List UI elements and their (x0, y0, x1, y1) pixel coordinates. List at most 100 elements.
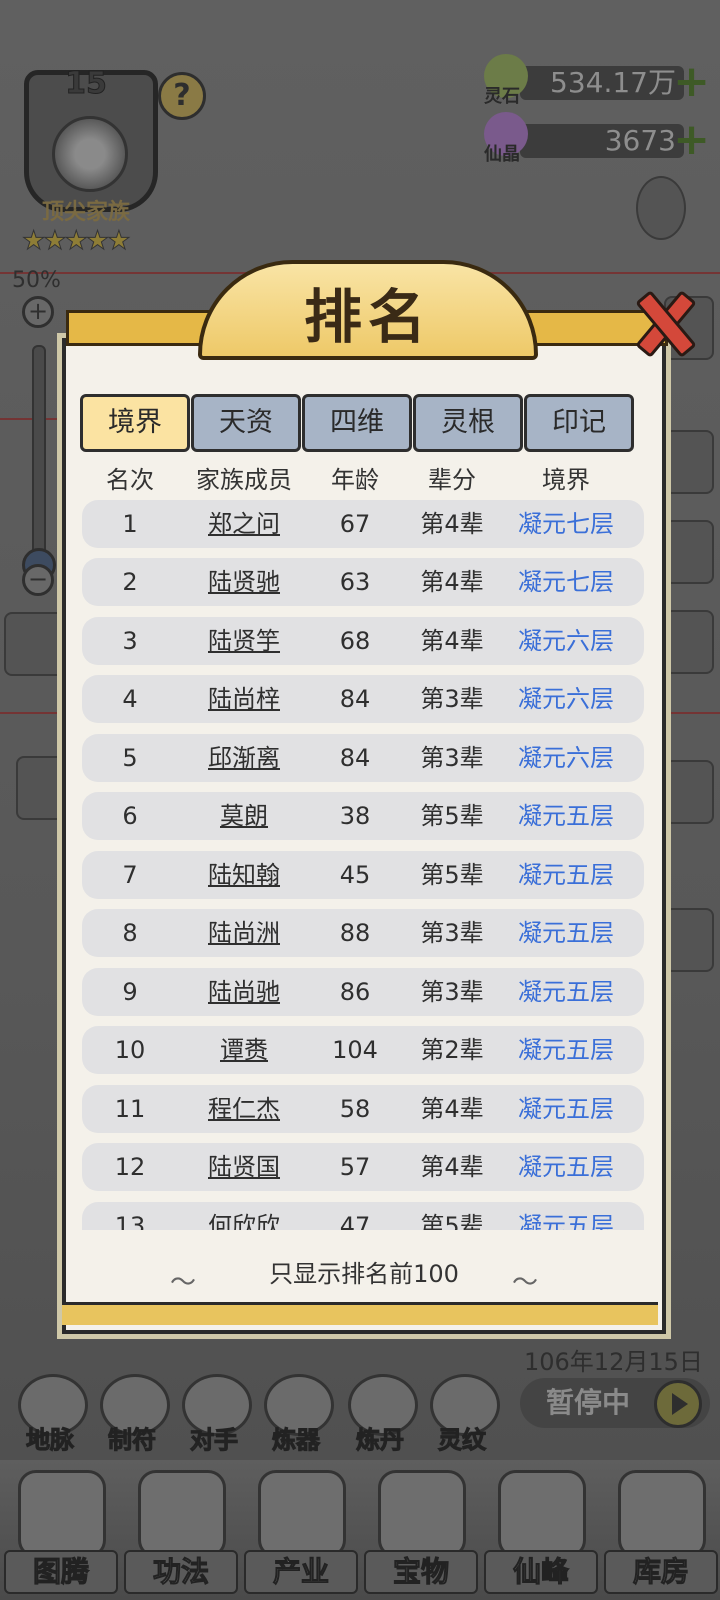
member-name[interactable]: 陆贤国 (178, 1143, 310, 1191)
member-name[interactable]: 陆贤驰 (178, 558, 310, 606)
nav-storehouse[interactable]: 库房 (604, 1470, 718, 1594)
realm: 凝元五层 (518, 978, 614, 1006)
generation: 第3辈 (420, 685, 484, 713)
realm: 凝元五层 (518, 861, 614, 889)
func-label: 灵纹 (438, 1426, 487, 1455)
nav-totem[interactable]: 图腾 (4, 1470, 118, 1594)
footer-note: 只显示排名前100 (269, 1260, 459, 1288)
func-button-spirit-pattern[interactable]: 灵纹 (422, 1374, 502, 1460)
generation: 第3辈 (420, 919, 484, 947)
age: 88 (339, 919, 371, 947)
table-row: 10 谭赉 104 第2辈 凝元五层 (82, 1026, 644, 1074)
tab-four-stats[interactable]: 四维 (302, 394, 412, 452)
tab-aptitude[interactable]: 天资 (191, 394, 301, 452)
generation: 第3辈 (420, 978, 484, 1006)
member-name[interactable]: 莫朗 (178, 792, 310, 840)
close-icon[interactable] (630, 290, 692, 352)
nav-label: 宝物 (364, 1550, 478, 1594)
age: 84 (339, 744, 371, 772)
side-avatar (4, 612, 66, 676)
ranking-dialog: 排名 境界 天资 四维 灵根 印记 名次 家族成员 年龄 辈分 境界 1 郑之问… (62, 260, 668, 1334)
pause-label: 暂停中 (546, 1386, 631, 1419)
table-row: 6 莫朗 38 第5辈 凝元五层 (82, 792, 644, 840)
func-button-alchemy[interactable]: 炼丹 (340, 1374, 420, 1460)
member-name[interactable]: 陆尚洲 (178, 909, 310, 957)
nav-skills[interactable]: 功法 (124, 1470, 238, 1594)
side-avatar (664, 908, 714, 972)
zoom-out-button[interactable]: − (22, 564, 54, 596)
game-date: 106年12月15日 (524, 1348, 703, 1376)
table-row: 1 郑之问 67 第4辈 凝元七层 (82, 500, 644, 548)
age: 63 (339, 568, 371, 596)
nav-industry[interactable]: 产业 (244, 1470, 358, 1594)
generation: 第2辈 (420, 1036, 484, 1064)
func-button-rival[interactable]: 对手 (174, 1374, 254, 1460)
nav-label: 图腾 (4, 1550, 118, 1594)
industry-icon (258, 1470, 346, 1558)
table-row: 4 陆尚梓 84 第3辈 凝元六层 (82, 675, 644, 723)
member-name[interactable]: 陆尚驰 (178, 968, 310, 1016)
add-immortal-crystal-button[interactable]: + (673, 118, 710, 162)
member-name[interactable]: 郑之问 (178, 500, 310, 548)
generation: 第5辈 (420, 802, 484, 830)
realm: 凝元五层 (518, 802, 614, 830)
currency-value: 534.17万 (550, 66, 676, 99)
member-name[interactable]: 程仁杰 (178, 1085, 310, 1133)
func-button-refine-tool[interactable]: 炼器 (256, 1374, 336, 1460)
realm: 凝元五层 (518, 1153, 614, 1181)
age: 84 (339, 685, 371, 713)
family-emblem-icon (52, 116, 128, 192)
side-avatar (636, 176, 686, 240)
family-badge[interactable]: 15 顶尖家族 ★★★★★ (14, 62, 158, 257)
rank: 4 (122, 685, 138, 713)
rank: 3 (122, 627, 138, 655)
dialog-header: 排名 (30, 256, 698, 366)
tab-realm[interactable]: 境界 (80, 394, 190, 452)
func-button-earth-vein[interactable]: 地脉 (10, 1374, 90, 1460)
realm: 凝元七层 (518, 510, 614, 538)
member-name[interactable]: 何欣欣 (178, 1202, 310, 1230)
nav-immortal-peak[interactable]: 仙峰 (484, 1470, 598, 1594)
table-row: 5 邱渐离 84 第3辈 凝元六层 (82, 734, 644, 782)
generation: 第4辈 (420, 1153, 484, 1181)
member-name[interactable]: 谭赉 (178, 1026, 310, 1074)
swirl-right-icon: 〜 (512, 1268, 539, 1298)
rank: 11 (114, 1095, 146, 1123)
table-row: 13 何欣欣 47 第5辈 凝元五层 (82, 1202, 644, 1230)
generation: 第5辈 (420, 1212, 484, 1230)
realm: 凝元六层 (518, 627, 614, 655)
rank: 5 (122, 744, 138, 772)
pause-button[interactable]: 暂停中 (520, 1378, 710, 1428)
help-button[interactable]: ? (158, 72, 206, 120)
column-headers: 名次 家族成员 年龄 辈分 境界 (66, 460, 662, 500)
currency-spirit-stone: 灵石 534.17万 + (484, 54, 710, 107)
rank: 10 (114, 1036, 146, 1064)
age: 86 (339, 978, 371, 1006)
generation: 第4辈 (420, 568, 484, 596)
age: 68 (339, 627, 371, 655)
play-icon[interactable] (654, 1380, 702, 1428)
zoom-slider[interactable] (32, 345, 46, 569)
nav-treasure[interactable]: 宝物 (364, 1470, 478, 1594)
member-name[interactable]: 邱渐离 (178, 734, 310, 782)
member-name[interactable]: 陆知翰 (178, 851, 310, 899)
col-realm: 境界 (542, 466, 590, 494)
generation: 第4辈 (420, 627, 484, 655)
generation: 第5辈 (420, 861, 484, 889)
rank: 9 (122, 978, 138, 1006)
age: 104 (332, 1036, 378, 1064)
realm: 凝元五层 (518, 1036, 614, 1064)
ranking-list[interactable]: 1 郑之问 67 第4辈 凝元七层 2 陆贤驰 63 第4辈 凝元七层 3 陆贤… (82, 500, 648, 1230)
member-name[interactable]: 陆贤竽 (178, 617, 310, 665)
col-generation: 辈分 (428, 466, 476, 494)
func-button-talisman[interactable]: 制符 (92, 1374, 172, 1460)
currency-immortal-crystal: 仙晶 3673 + (484, 112, 710, 165)
tab-spirit-root[interactable]: 灵根 (413, 394, 523, 452)
generation: 第3辈 (420, 744, 484, 772)
side-avatar (16, 756, 66, 820)
rank: 6 (122, 802, 138, 830)
member-name[interactable]: 陆尚梓 (178, 675, 310, 723)
age: 38 (339, 802, 371, 830)
tab-mark[interactable]: 印记 (524, 394, 634, 452)
add-spirit-stone-button[interactable]: + (673, 60, 710, 104)
